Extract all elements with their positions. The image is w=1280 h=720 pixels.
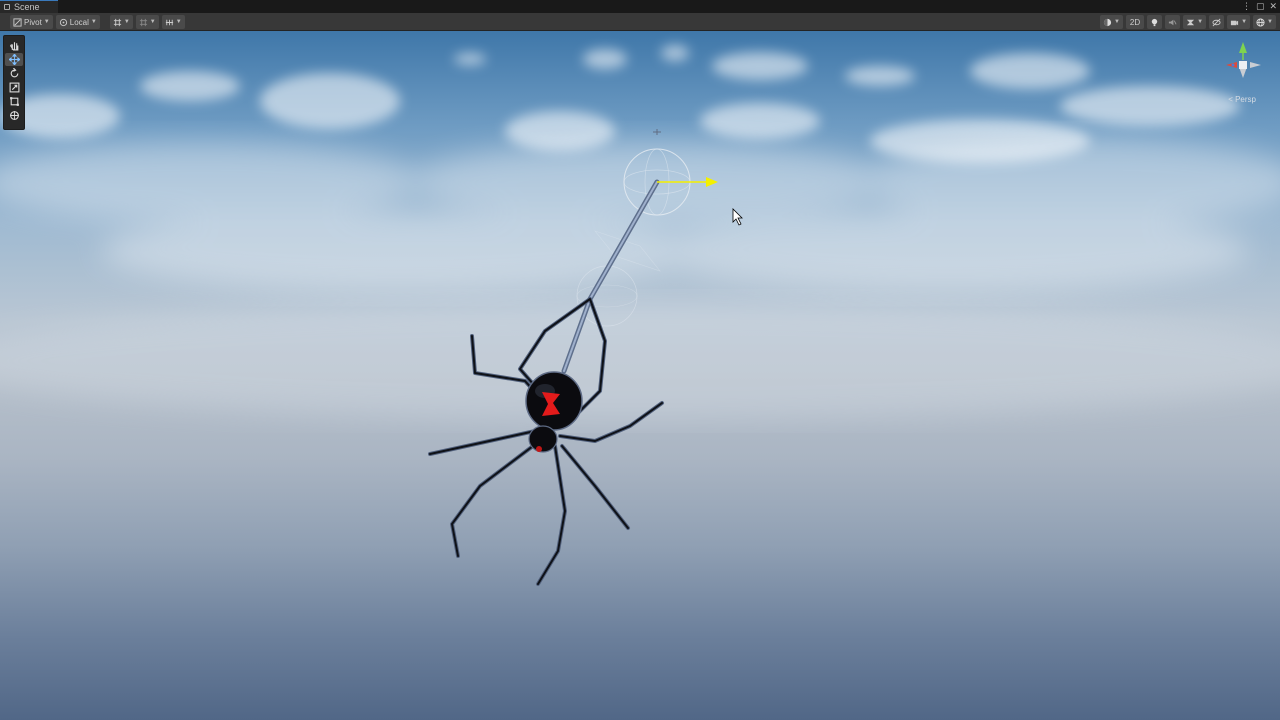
shading-mode-dropdown[interactable]: ▼ <box>1099 15 1123 29</box>
snap-dropdown[interactable]: ▼ <box>135 15 159 29</box>
snap-icon <box>139 18 147 26</box>
rotate-icon <box>10 68 18 78</box>
rect-transform-icon <box>9 97 19 106</box>
effects-dropdown[interactable]: ▼ <box>1183 15 1207 29</box>
local-dropdown[interactable]: Local ▼ <box>55 15 100 29</box>
tab-scene-label: Scene <box>14 2 40 12</box>
tab-scene[interactable]: Scene <box>0 0 58 13</box>
transform-tool-button[interactable] <box>5 109 23 122</box>
pivot-icon <box>13 17 22 27</box>
local-label: Local <box>69 17 89 27</box>
grid-dropdown[interactable]: ▼ <box>109 15 133 29</box>
close-icon[interactable]: ✕ <box>1269 1 1277 12</box>
chevron-down-icon: ▼ <box>1113 19 1120 25</box>
maximize-icon[interactable]: ▢ <box>1256 1 1265 12</box>
gizmo-y-axis <box>1239 42 1247 53</box>
scale-tool-button[interactable] <box>5 81 23 94</box>
tool-palette <box>3 35 25 130</box>
local-icon <box>59 18 67 26</box>
scene-toolbar: Pivot ▼ Local ▼ ▼ ▼ ▼ ▼ 2D ▼ ▼ ▼ <box>0 13 1280 31</box>
chevron-down-icon: ▼ <box>1241 19 1248 25</box>
chevron-down-icon: ▼ <box>43 19 50 25</box>
transform-icon <box>9 111 19 120</box>
hand-tool-button[interactable] <box>5 39 23 52</box>
chevron-down-icon: ▼ <box>149 19 156 25</box>
more-options-icon[interactable]: ⋮ <box>1242 1 1251 12</box>
chevron-down-icon: ▼ <box>1197 19 1204 25</box>
increment-snap-dropdown[interactable]: ▼ <box>161 15 185 29</box>
toggle-2d-button[interactable]: 2D <box>1125 15 1145 29</box>
camera-dropdown[interactable]: ▼ <box>1227 15 1251 29</box>
pivot-dropdown[interactable]: Pivot ▼ <box>10 15 53 29</box>
move-tool-button[interactable] <box>5 53 23 66</box>
grid-icon <box>113 18 121 26</box>
audio-toggle[interactable] <box>1165 15 1181 29</box>
lighting-toggle[interactable] <box>1147 15 1163 29</box>
chevron-down-icon: ▼ <box>123 19 130 25</box>
eye-slash-icon <box>1212 18 1221 26</box>
gizmos-dropdown[interactable]: ▼ <box>1253 15 1276 29</box>
mouse-cursor-icon <box>732 208 743 226</box>
effects-icon <box>1187 19 1195 25</box>
hidden-objects-toggle[interactable] <box>1209 15 1225 29</box>
camera-icon <box>1230 20 1239 25</box>
shading-sphere-icon <box>1103 18 1112 26</box>
window-controls: ⋮ ▢ ✕ <box>1242 0 1277 13</box>
gizmos-globe-icon <box>1256 17 1265 27</box>
chevron-down-icon: ▼ <box>90 19 97 25</box>
scene-viewport[interactable] <box>0 31 1280 720</box>
rotate-tool-button[interactable] <box>5 67 23 80</box>
pivot-label: Pivot <box>24 17 42 27</box>
hand-icon <box>9 42 18 51</box>
move-icon <box>8 54 20 65</box>
lightbulb-icon <box>1151 18 1158 26</box>
chevron-down-icon: ▼ <box>1267 19 1273 25</box>
title-bar: Scene ⋮ ▢ ✕ <box>0 0 1280 13</box>
scale-icon <box>9 82 19 93</box>
audio-mute-icon <box>1169 19 1177 25</box>
rect-tool-button[interactable] <box>5 95 23 108</box>
persp-label[interactable]: < Persp <box>1228 95 1256 104</box>
chevron-down-icon: ▼ <box>175 19 182 25</box>
scene-tab-icon <box>4 4 10 10</box>
increment-snap-icon <box>165 19 173 25</box>
